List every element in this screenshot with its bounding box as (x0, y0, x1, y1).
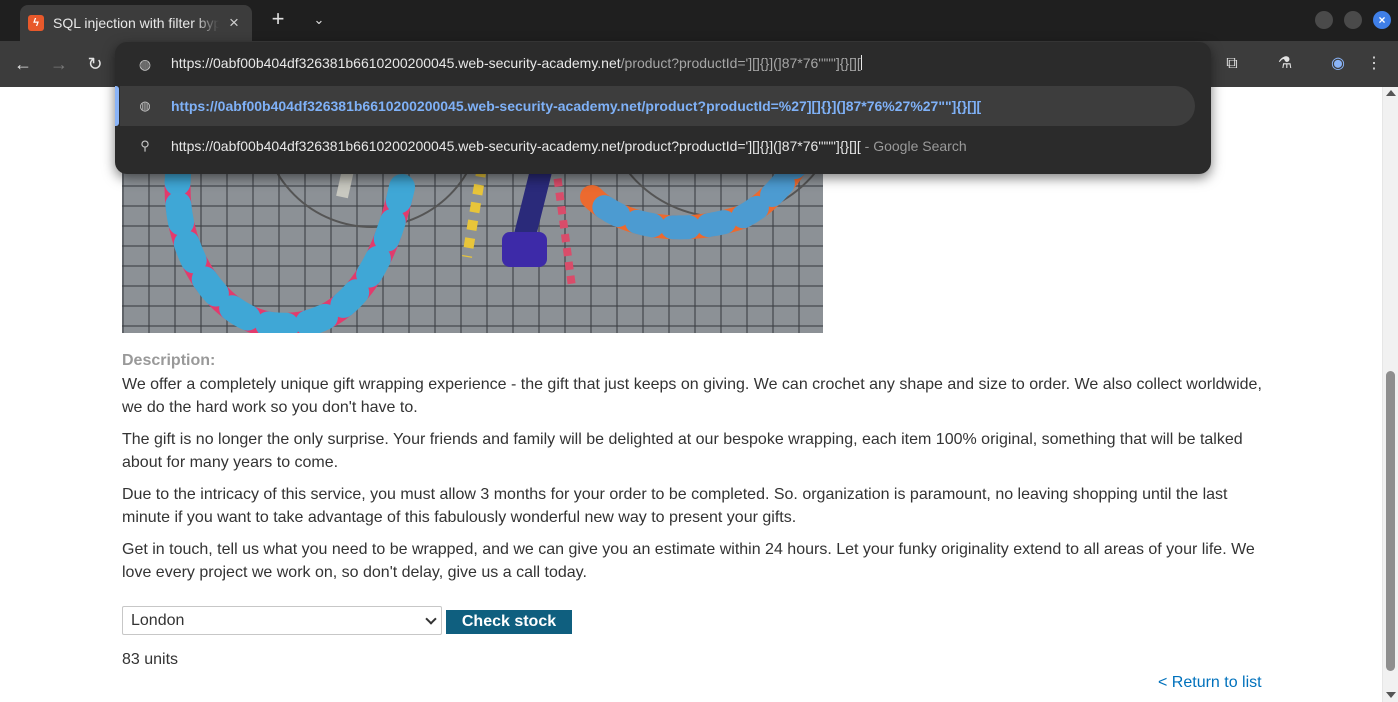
tab-active[interactable]: ϟ SQL injection with filter bypass via X… (20, 5, 252, 41)
window-close-button[interactable]: × (1373, 11, 1391, 29)
suggestion-suffix: - Google Search (860, 138, 967, 154)
description-paragraph-4: Get in touch, tell us what you need to b… (122, 541, 1255, 581)
text-cursor (860, 55, 862, 70)
search-icon: ⚲ (140, 138, 150, 153)
chevron-down-icon[interactable]: ⌄ (308, 9, 330, 31)
return-to-list-link[interactable]: < Return to list (1158, 674, 1262, 692)
tab-strip: ϟ SQL injection with filter bypass via X… (0, 0, 1398, 41)
close-tab-icon[interactable]: × (224, 13, 244, 33)
omnibox-suggestion-url[interactable]: ◍ https://0abf00b404df326381b66102002000… (115, 86, 1195, 126)
description-paragraph-3: Due to the intricacy of this service, yo… (122, 486, 1228, 526)
bolt-favicon-icon: ϟ (28, 15, 44, 31)
suggestion-text: https://0abf00b404df326381b6610200200045… (171, 98, 982, 114)
description-label: Description: (122, 352, 216, 369)
new-tab-button[interactable]: + (266, 8, 290, 32)
knitted-pedal-block (502, 232, 547, 267)
check-stock-button[interactable]: Check stock (446, 610, 572, 634)
stock-result: 83 units (122, 651, 179, 668)
selected-location: London (131, 611, 185, 629)
chevron-down-icon (425, 613, 437, 625)
store-location-select[interactable]: London (122, 606, 442, 635)
address-host: https://0abf00b404df326381b6610200200045… (171, 55, 621, 71)
profile-icon[interactable]: ◉ (1327, 53, 1349, 75)
address-bar-input[interactable]: ◍ https://0abf00b404df326381b66102002000… (115, 42, 1211, 86)
address-bar-text[interactable]: https://0abf00b404df326381b6610200200045… (171, 55, 862, 71)
description-paragraph-1: We offer a completely unique gift wrappi… (122, 376, 1262, 416)
globe-icon: ◍ (139, 98, 151, 113)
forward-arrow-icon[interactable]: → (48, 53, 70, 75)
scroll-up-arrow-icon[interactable] (1386, 90, 1396, 96)
minimize-button[interactable] (1315, 11, 1333, 29)
description-paragraph-2: The gift is no longer the only surprise.… (122, 431, 1243, 471)
scroll-down-arrow-icon[interactable] (1386, 692, 1396, 698)
page-viewport: Description: We offer a completely uniqu… (0, 87, 1382, 702)
scrollbar-thumb[interactable] (1386, 371, 1395, 671)
kebab-menu-icon[interactable]: ⋮ (1363, 53, 1385, 75)
address-path: /product?productId='][]{}](]87*76'"""]{}… (620, 55, 861, 71)
omnibox-dropdown: ◍ https://0abf00b404df326381b66102002000… (115, 42, 1211, 174)
maximize-button[interactable] (1344, 11, 1362, 29)
globe-icon: ◍ (138, 56, 152, 72)
suggestion-query: https://0abf00b404df326381b6610200200045… (171, 138, 861, 154)
back-arrow-icon[interactable]: ← (12, 53, 34, 75)
reload-icon[interactable]: ↻ (84, 53, 106, 75)
tab-title: SQL injection with filter bypass via XML… (53, 15, 219, 31)
suggestion-text: https://0abf00b404df326381b6610200200045… (171, 138, 967, 154)
extensions-icon[interactable]: ⧉ (1221, 53, 1243, 75)
omnibox-suggestion-search[interactable]: ⚲ https://0abf00b404df326381b66102002000… (120, 126, 1195, 166)
labs-flask-icon[interactable]: ⚗ (1274, 53, 1296, 75)
knitted-crank (462, 166, 487, 258)
page-scrollbar[interactable] (1382, 87, 1398, 702)
